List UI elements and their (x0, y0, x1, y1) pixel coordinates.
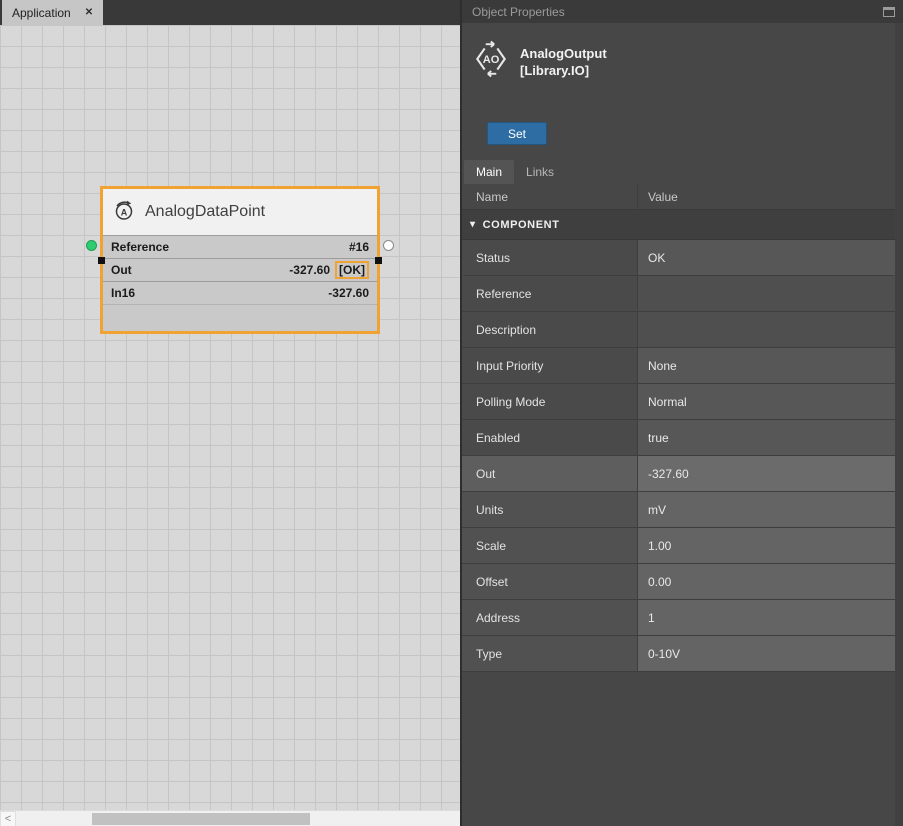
property-value[interactable]: OK (637, 240, 895, 275)
block-row-in16[interactable]: In16 -327.60 (103, 281, 377, 304)
property-name: Status (462, 240, 637, 275)
property-name: Offset (462, 564, 637, 599)
property-value[interactable]: 0-10V (637, 636, 895, 671)
analog-point-icon: A (113, 199, 135, 226)
table-header: Name Value (462, 184, 895, 210)
resize-handle-left[interactable] (98, 257, 105, 264)
object-properties-panel: Object Properties AO AnalogOutput [Libra… (462, 0, 903, 826)
analog-datapoint-block[interactable]: A AnalogDataPoint Reference #16 Out -327… (100, 186, 380, 334)
property-value[interactable]: 1 (637, 600, 895, 635)
scroll-left-arrow-icon[interactable]: < (0, 811, 16, 826)
application-window: Application ✕ A AnalogDataPoint (0, 0, 903, 826)
block-title: AnalogDataPoint (145, 203, 265, 221)
column-header-name: Name (462, 184, 637, 209)
property-name: Type (462, 636, 637, 671)
document-tabbar: Application ✕ (0, 0, 461, 25)
status-ok-badge: [OK] (335, 261, 369, 279)
properties-table: Name Value ▾ COMPONENT Status OK Referen… (462, 184, 895, 672)
slot-value: #16 (349, 240, 369, 254)
property-value[interactable]: 0.00 (637, 564, 895, 599)
group-component[interactable]: ▾ COMPONENT (462, 210, 895, 240)
slot-value-number: -327.60 (289, 263, 330, 277)
set-button[interactable]: Set (487, 122, 547, 145)
property-row-type[interactable]: Type 0-10V (462, 636, 895, 672)
panel-title: Object Properties (472, 5, 565, 19)
tab-label: Application (12, 6, 71, 20)
property-value[interactable]: -327.60 (637, 456, 895, 491)
property-value[interactable]: mV (637, 492, 895, 527)
analog-output-icon: AO (472, 40, 510, 83)
column-header-value: Value (637, 184, 895, 209)
property-row-address[interactable]: Address 1 (462, 600, 895, 636)
tab-main[interactable]: Main (464, 160, 514, 184)
slot-value: -327.60 [OK] (289, 261, 369, 279)
property-name: Polling Mode (462, 384, 637, 419)
resize-handle-right[interactable] (375, 257, 382, 264)
block-footer (103, 304, 377, 331)
svg-text:AO: AO (483, 54, 500, 66)
property-value[interactable]: 1.00 (637, 528, 895, 563)
property-row-enabled[interactable]: Enabled true (462, 420, 895, 456)
group-label: COMPONENT (483, 219, 560, 231)
property-name: Reference (462, 276, 637, 311)
slot-value: -327.60 (328, 286, 369, 300)
object-library: [Library.IO] (520, 62, 607, 79)
property-row-input-priority[interactable]: Input Priority None (462, 348, 895, 384)
tab-application[interactable]: Application ✕ (2, 0, 103, 25)
property-name: Input Priority (462, 348, 637, 383)
panel-right-strip (895, 23, 903, 826)
property-name: Units (462, 492, 637, 527)
property-row-units[interactable]: Units mV (462, 492, 895, 528)
scrollbar-thumb[interactable] (92, 813, 310, 825)
properties-tabs: Main Links (464, 158, 566, 184)
object-header: AO AnalogOutput [Library.IO] (472, 40, 607, 83)
property-row-scale[interactable]: Scale 1.00 (462, 528, 895, 564)
property-row-offset[interactable]: Offset 0.00 (462, 564, 895, 600)
object-name: AnalogOutput (520, 45, 607, 62)
property-row-status[interactable]: Status OK (462, 240, 895, 276)
wiresheet-canvas[interactable]: A AnalogDataPoint Reference #16 Out -327… (0, 25, 461, 810)
slot-name: In16 (111, 286, 135, 300)
property-name: Scale (462, 528, 637, 563)
property-row-description[interactable]: Description (462, 312, 895, 348)
slot-name: Reference (111, 240, 169, 254)
property-name: Out (462, 456, 637, 491)
property-row-out[interactable]: Out -327.60 (462, 456, 895, 492)
property-value[interactable]: true (637, 420, 895, 455)
close-icon[interactable]: ✕ (85, 7, 93, 18)
tab-links[interactable]: Links (514, 160, 566, 184)
property-name: Description (462, 312, 637, 347)
dock-icon[interactable] (883, 7, 895, 17)
panel-header: Object Properties (462, 0, 903, 23)
property-value[interactable]: None (637, 348, 895, 383)
property-row-reference[interactable]: Reference (462, 276, 895, 312)
diagram-pane: Application ✕ A AnalogDataPoint (0, 0, 461, 826)
input-port[interactable] (86, 240, 97, 251)
property-value[interactable]: Normal (637, 384, 895, 419)
block-row-out[interactable]: Out -327.60 [OK] (103, 258, 377, 281)
slot-name: Out (111, 263, 132, 277)
collapse-arrow-icon[interactable]: ▾ (470, 219, 476, 230)
property-name: Enabled (462, 420, 637, 455)
block-row-reference[interactable]: Reference #16 (103, 235, 377, 258)
property-value[interactable] (637, 276, 895, 311)
output-port[interactable] (383, 240, 394, 251)
property-value[interactable] (637, 312, 895, 347)
property-row-polling-mode[interactable]: Polling Mode Normal (462, 384, 895, 420)
horizontal-scrollbar[interactable]: < (0, 810, 461, 826)
svg-text:A: A (121, 207, 128, 217)
block-header[interactable]: A AnalogDataPoint (103, 189, 377, 235)
property-name: Address (462, 600, 637, 635)
